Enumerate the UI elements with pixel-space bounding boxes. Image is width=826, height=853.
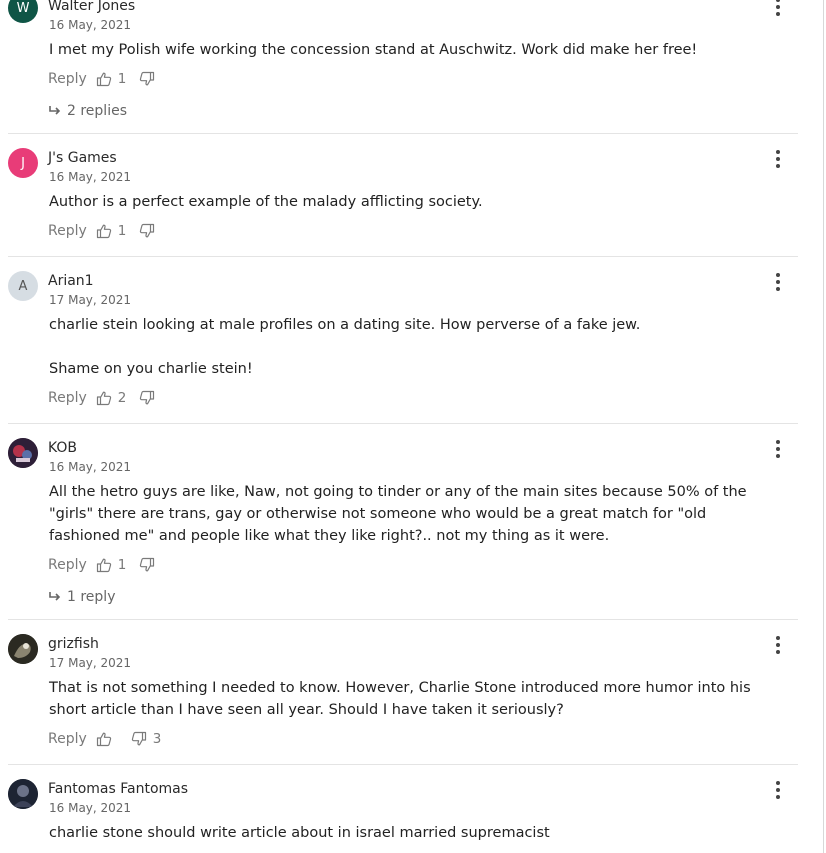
comment-actions: Reply 1 <box>48 557 174 573</box>
comment-text: All the hetro guys are like, Naw, not go… <box>49 484 747 500</box>
comment-body: That is not something I needed to know. … <box>49 677 751 721</box>
profile-picture <box>8 779 38 809</box>
like-count: 1 <box>117 557 127 573</box>
dislike-button[interactable] <box>139 390 161 406</box>
comment-text: "girls" there are trans, gay or otherwis… <box>49 506 707 522</box>
dislike-count: 3 <box>152 731 162 747</box>
thumbs-up-icon <box>96 391 111 406</box>
like-button[interactable]: 1 <box>96 223 127 239</box>
avatar[interactable] <box>8 779 38 809</box>
more-options-icon[interactable] <box>772 150 784 168</box>
reply-button[interactable]: Reply <box>48 557 87 573</box>
reply-button[interactable]: Reply <box>48 71 87 87</box>
like-count: 1 <box>117 71 127 87</box>
thumbs-up-icon <box>96 72 111 87</box>
comment-date: 16 May, 2021 <box>49 801 132 815</box>
divider <box>8 619 798 620</box>
like-button[interactable]: 1 <box>96 557 127 573</box>
dislike-button[interactable] <box>139 223 161 239</box>
comment-actions: Reply 1 <box>48 223 174 239</box>
more-options-icon[interactable] <box>772 440 784 458</box>
comment-text: charlie stein looking at male profiles o… <box>49 317 641 333</box>
reply-button[interactable]: Reply <box>48 390 87 406</box>
dislike-button[interactable]: 3 <box>131 731 162 747</box>
comment-date: 17 May, 2021 <box>49 293 132 307</box>
view-replies-link[interactable]: 2 replies <box>48 103 127 119</box>
comment-author[interactable]: J's Games <box>48 150 117 166</box>
comment-date: 17 May, 2021 <box>49 656 132 670</box>
dislike-button[interactable] <box>139 557 161 573</box>
avatar[interactable] <box>8 634 38 664</box>
like-count: 2 <box>117 390 127 406</box>
avatar[interactable]: J <box>8 148 38 178</box>
comment-text: That is not something I needed to know. … <box>49 680 751 696</box>
comment-text: I met my Polish wife working the concess… <box>49 42 698 58</box>
comment-date: 16 May, 2021 <box>49 460 132 474</box>
comment-actions: Reply 1 <box>48 71 174 87</box>
reply-button[interactable]: Reply <box>48 731 87 747</box>
comment-author[interactable]: Fantomas Fantomas <box>48 781 188 797</box>
more-options-icon[interactable] <box>772 273 784 291</box>
avatar[interactable]: W <box>8 0 38 23</box>
like-button[interactable] <box>96 731 118 747</box>
more-options-icon[interactable] <box>772 636 784 654</box>
comment-date: 16 May, 2021 <box>49 170 132 184</box>
comment-date: 16 May, 2021 <box>49 18 132 32</box>
comment-body: Author is a perfect example of the malad… <box>49 191 483 213</box>
divider <box>8 256 798 257</box>
divider <box>8 133 798 134</box>
comment-text: Author is a perfect example of the malad… <box>49 194 483 210</box>
comment-author[interactable]: KOB <box>48 440 77 456</box>
comment-author[interactable]: grizfish <box>48 636 99 652</box>
thumbs-up-icon <box>96 558 111 573</box>
thumbs-down-icon <box>140 223 155 238</box>
reply-arrow-icon <box>49 106 61 115</box>
comment-text: Shame on you charlie stein! <box>49 361 253 377</box>
thumbs-down-icon <box>131 731 146 746</box>
profile-picture <box>8 634 38 664</box>
comment-author[interactable]: Walter Jones <box>48 0 135 14</box>
reply-arrow-icon <box>49 592 61 601</box>
thumbs-up-icon <box>96 732 111 747</box>
like-count: 1 <box>117 223 127 239</box>
divider <box>8 423 798 424</box>
comment-text: charlie stone should write article about… <box>49 825 550 841</box>
reply-button[interactable]: Reply <box>48 223 87 239</box>
comment-body: All the hetro guys are like, Naw, not go… <box>49 481 747 547</box>
thumbs-down-icon <box>140 557 155 572</box>
thumbs-up-icon <box>96 224 111 239</box>
comment-body: charlie stone should write article about… <box>49 822 550 844</box>
comment-actions: Reply 2 <box>48 390 174 406</box>
comment-actions: Reply 3 <box>48 731 174 747</box>
avatar[interactable]: A <box>8 271 38 301</box>
like-button[interactable]: 1 <box>96 71 127 87</box>
like-button[interactable]: 2 <box>96 390 127 406</box>
avatar[interactable] <box>8 438 38 468</box>
comment-body: I met my Polish wife working the concess… <box>49 39 697 61</box>
view-replies-link[interactable]: 1 reply <box>48 589 115 605</box>
more-options-icon[interactable] <box>772 0 784 16</box>
comment-body: charlie stein looking at male profiles o… <box>49 314 640 380</box>
thumbs-down-icon <box>140 71 155 86</box>
replies-count: 2 replies <box>67 103 127 119</box>
more-options-icon[interactable] <box>772 781 784 799</box>
comment-text: fashioned me" and people like what they … <box>49 528 610 544</box>
comment-text: short article than I have seen all year.… <box>49 702 564 718</box>
replies-count: 1 reply <box>67 589 116 605</box>
divider <box>8 764 798 765</box>
thumbs-down-icon <box>140 390 155 405</box>
profile-picture <box>8 438 38 468</box>
dislike-button[interactable] <box>139 71 161 87</box>
page-edge <box>823 0 824 853</box>
comment-author[interactable]: Arian1 <box>48 273 94 289</box>
